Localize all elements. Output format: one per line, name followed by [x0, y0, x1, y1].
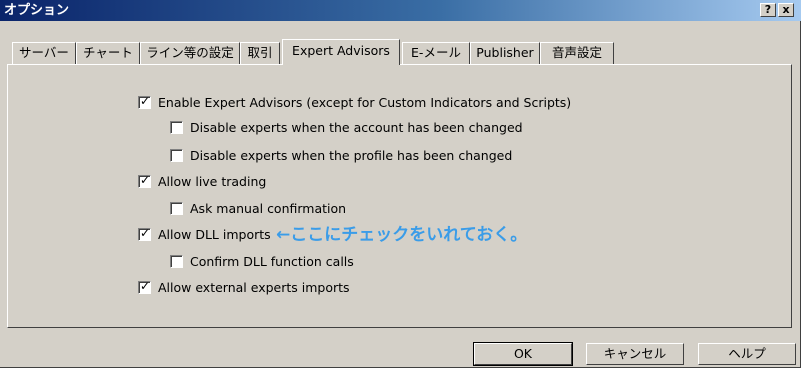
checkbox[interactable] — [170, 202, 183, 215]
tab-line-settings[interactable]: ライン等の設定 — [140, 42, 240, 64]
tab-sound-settings[interactable]: 音声設定 — [540, 42, 614, 64]
check-mark-icon: ✓ — [140, 279, 151, 293]
option-label: Allow DLL imports — [158, 227, 271, 242]
close-button[interactable]: x — [778, 3, 794, 17]
options-dialog: オプション ? x サーバー チャート ライン等の設定 取引 Expert Ad… — [0, 0, 801, 368]
checkbox[interactable] — [170, 255, 183, 268]
tab-trade[interactable]: 取引 — [240, 42, 280, 64]
title-bar: オプション ? x — [0, 0, 801, 21]
help-title-button[interactable]: ? — [760, 3, 776, 17]
tab-chart[interactable]: チャート — [76, 42, 140, 64]
checkbox[interactable] — [170, 149, 183, 162]
tab-server[interactable]: サーバー — [12, 42, 76, 64]
check-mark-icon: ✓ — [140, 173, 151, 187]
ok-button[interactable]: OK — [473, 342, 573, 366]
option-label: Enable Expert Advisors (except for Custo… — [158, 95, 572, 110]
option-label: Ask manual confirmation — [190, 201, 347, 216]
tab-expert-advisors[interactable]: Expert Advisors — [282, 39, 400, 65]
check-mark-icon: ✓ — [140, 94, 151, 108]
annotation-note: ←ここにチェックをいれておく。 — [276, 225, 528, 245]
check-mark-icon: ✓ — [140, 226, 151, 240]
checkbox[interactable]: ✓ — [138, 226, 151, 241]
option-label: Confirm DLL function calls — [190, 254, 354, 269]
checkbox[interactable]: ✓ — [138, 173, 151, 188]
checkbox[interactable]: ✓ — [138, 279, 151, 294]
option-label: Allow live trading — [158, 174, 267, 189]
checkbox[interactable]: ✓ — [138, 94, 151, 109]
help-button[interactable]: ヘルプ — [698, 343, 796, 365]
option-label: Allow external experts imports — [158, 280, 350, 295]
cancel-button[interactable]: キャンセル — [586, 343, 684, 365]
option-label: Disable experts when the profile has bee… — [190, 148, 513, 163]
checkbox[interactable] — [170, 121, 183, 134]
option-label: Disable experts when the account has bee… — [190, 120, 523, 135]
tab-publisher[interactable]: Publisher — [470, 42, 540, 64]
dialog-title: オプション — [4, 3, 70, 18]
tab-email[interactable]: E-メール — [402, 42, 470, 64]
